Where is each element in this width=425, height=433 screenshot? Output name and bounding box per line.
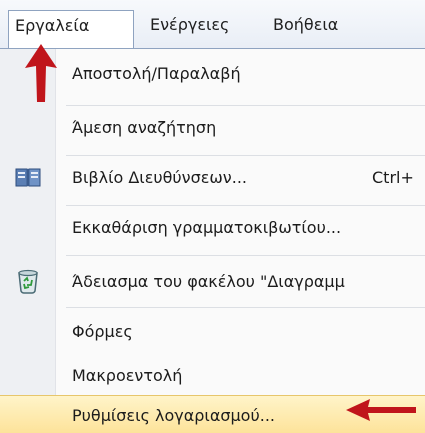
menu-separator — [66, 105, 425, 106]
menu-item-shortcut: Ctrl+ — [372, 168, 414, 187]
menu-item-label: Άδειασμα του φακέλου "Διαγραμμ — [72, 272, 345, 291]
tools-dropdown-menu: Αποστολή/Παραλαβή Άμεση αναζήτηση Βιβλίο… — [0, 48, 425, 433]
menu-item-label: Άμεση αναζήτηση — [72, 118, 217, 137]
menu-actions[interactable]: Ενέργειες — [144, 10, 235, 40]
recycle-bin-icon — [14, 267, 42, 295]
menu-actions-label: Ενέργειες — [150, 15, 230, 34]
menu-bar: Εργαλεία Ενέργειες Βοήθεια — [0, 0, 425, 50]
address-book-icon — [14, 164, 42, 192]
menu-item-label: Εκκαθάριση γραμματοκιβωτίου... — [72, 218, 342, 237]
menu-item-macro[interactable]: Μακροεντολή — [0, 355, 425, 397]
menu-item-address-book[interactable]: Βιβλίο Διευθύνσεων... Ctrl+ — [0, 157, 425, 199]
menu-help[interactable]: Βοήθεια — [267, 10, 344, 40]
menu-item-empty-deleted-items[interactable]: Άδειασμα του φακέλου "Διαγραμμ — [0, 261, 425, 303]
menu-separator — [66, 155, 425, 156]
menu-item-send-receive[interactable]: Αποστολή/Παραλαβή — [0, 53, 425, 95]
menu-item-label: Φόρμες — [72, 322, 133, 341]
menu-item-label: Αποστολή/Παραλαβή — [72, 64, 241, 83]
menu-separator — [66, 205, 425, 206]
menu-separator — [66, 255, 425, 256]
menu-tools-label: Εργαλεία — [15, 16, 90, 35]
red-left-arrow-icon — [346, 399, 416, 421]
menu-item-label: Μακροεντολή — [72, 366, 183, 385]
outlook-tools-menu-screenshot: Εργαλεία Ενέργειες Βοήθεια Αποστολή/Παρα… — [0, 0, 425, 433]
red-up-arrow-icon — [25, 44, 57, 102]
menu-separator — [66, 307, 425, 308]
menu-item-label: Βιβλίο Διευθύνσεων... — [72, 168, 247, 187]
menu-item-forms[interactable]: Φόρμες — [0, 311, 425, 353]
menu-item-label: Ρυθμίσεις λογαριασμού... — [72, 406, 275, 425]
menu-item-instant-search[interactable]: Άμεση αναζήτηση — [0, 107, 425, 149]
menu-item-mailbox-cleanup[interactable]: Εκκαθάριση γραμματοκιβωτίου... — [0, 207, 425, 249]
menu-help-label: Βοήθεια — [273, 15, 339, 34]
